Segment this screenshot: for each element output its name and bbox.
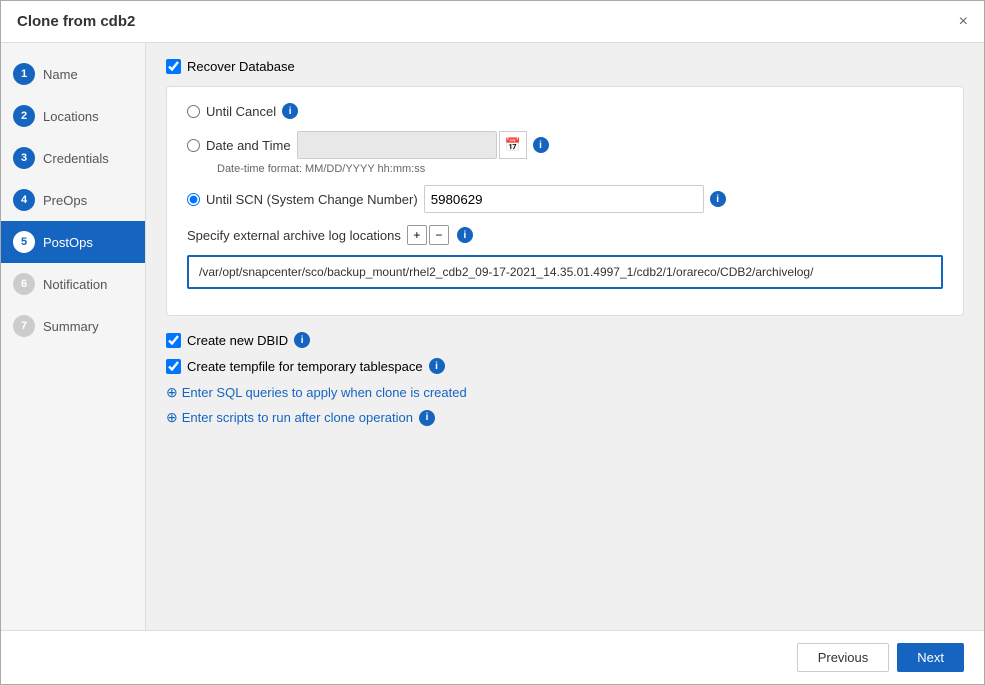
modal-body: 1 Name 2 Locations 3 Credentials 4 PreOp… [1,43,984,630]
sidebar-item-postops[interactable]: 5 PostOps [1,221,145,263]
scn-label: Until SCN (System Change Number) [206,192,418,207]
date-time-input[interactable] [297,131,497,159]
step-circle-5: 5 [13,231,35,253]
date-time-row: Date and Time 📅 i [187,131,943,159]
add-remove-buttons: + − [407,225,451,245]
archive-path-display: /var/opt/snapcenter/sco/backup_mount/rhe… [187,255,943,289]
scn-radio[interactable] [187,193,200,206]
sidebar-item-notification[interactable]: 6 Notification [1,263,145,305]
recover-db-row: Recover Database [166,59,964,74]
previous-button[interactable]: Previous [797,643,890,672]
create-dbid-checkbox[interactable] [166,333,181,348]
scripts-row: ⊕ Enter scripts to run after clone opera… [166,409,964,426]
remove-archive-button[interactable]: − [429,225,449,245]
scn-input[interactable] [424,185,704,213]
create-tempfile-row: Create tempfile for temporary tablespace… [166,358,964,374]
next-button[interactable]: Next [897,643,964,672]
sidebar: 1 Name 2 Locations 3 Credentials 4 PreOp… [1,43,146,630]
sidebar-label-locations: Locations [43,109,99,124]
sidebar-item-locations[interactable]: 2 Locations [1,95,145,137]
sidebar-label-notification: Notification [43,277,107,292]
scn-info-icon[interactable]: i [710,191,726,207]
scripts-link[interactable]: Enter scripts to run after clone operati… [182,410,413,425]
bottom-section: Create new DBID i Create tempfile for te… [166,332,964,426]
create-tempfile-checkbox[interactable] [166,359,181,374]
recover-db-checkbox[interactable] [166,59,181,74]
date-format-hint: Date-time format: MM/DD/YYYY hh:mm:ss [217,163,943,175]
until-cancel-row: Until Cancel i [187,103,943,119]
sql-queries-link[interactable]: Enter SQL queries to apply when clone is… [182,385,467,400]
sidebar-item-preops[interactable]: 4 PreOps [1,179,145,221]
create-tempfile-info-icon[interactable]: i [429,358,445,374]
calendar-button[interactable]: 📅 [499,131,527,159]
step-circle-1: 1 [13,63,35,85]
until-cancel-label: Until Cancel [206,104,276,119]
close-button[interactable]: × [959,14,968,30]
create-dbid-info-icon[interactable]: i [294,332,310,348]
modal-container: Clone from cdb2 × 1 Name 2 Locations 3 C… [0,0,985,685]
sql-expand-icon: ⊕ [166,384,178,401]
step-circle-3: 3 [13,147,35,169]
step-circle-4: 4 [13,189,35,211]
create-dbid-row: Create new DBID i [166,332,964,348]
main-content: Recover Database Until Cancel i Date and… [146,43,984,630]
sidebar-item-credentials[interactable]: 3 Credentials [1,137,145,179]
sidebar-item-summary[interactable]: 7 Summary [1,305,145,347]
sidebar-item-name[interactable]: 1 Name [1,53,145,95]
modal-header: Clone from cdb2 × [1,1,984,43]
modal-title: Clone from cdb2 [17,13,135,30]
date-time-label: Date and Time [206,138,291,153]
step-circle-2: 2 [13,105,35,127]
until-cancel-radio[interactable] [187,105,200,118]
archive-log-info-icon[interactable]: i [457,227,473,243]
until-cancel-info-icon[interactable]: i [282,103,298,119]
sidebar-label-summary: Summary [43,319,99,334]
date-time-radio[interactable] [187,139,200,152]
scripts-info-icon[interactable]: i [419,410,435,426]
create-tempfile-label: Create tempfile for temporary tablespace [187,359,423,374]
scripts-expand-icon: ⊕ [166,409,178,426]
sidebar-label-preops: PreOps [43,193,87,208]
date-time-info-icon[interactable]: i [533,137,549,153]
add-archive-button[interactable]: + [407,225,427,245]
sql-queries-row: ⊕ Enter SQL queries to apply when clone … [166,384,964,401]
archive-log-row: Specify external archive log locations +… [187,225,943,245]
create-dbid-label: Create new DBID [187,333,288,348]
sidebar-label-credentials: Credentials [43,151,109,166]
modal-footer: Previous Next [1,630,984,684]
archive-log-label: Specify external archive log locations [187,228,401,243]
sidebar-label-name: Name [43,67,78,82]
recovery-options-card: Until Cancel i Date and Time 📅 i Date-ti… [166,86,964,316]
step-circle-6: 6 [13,273,35,295]
step-circle-7: 7 [13,315,35,337]
recover-db-label[interactable]: Recover Database [187,59,295,74]
sidebar-label-postops: PostOps [43,235,93,250]
scn-row: Until SCN (System Change Number) i [187,185,943,213]
